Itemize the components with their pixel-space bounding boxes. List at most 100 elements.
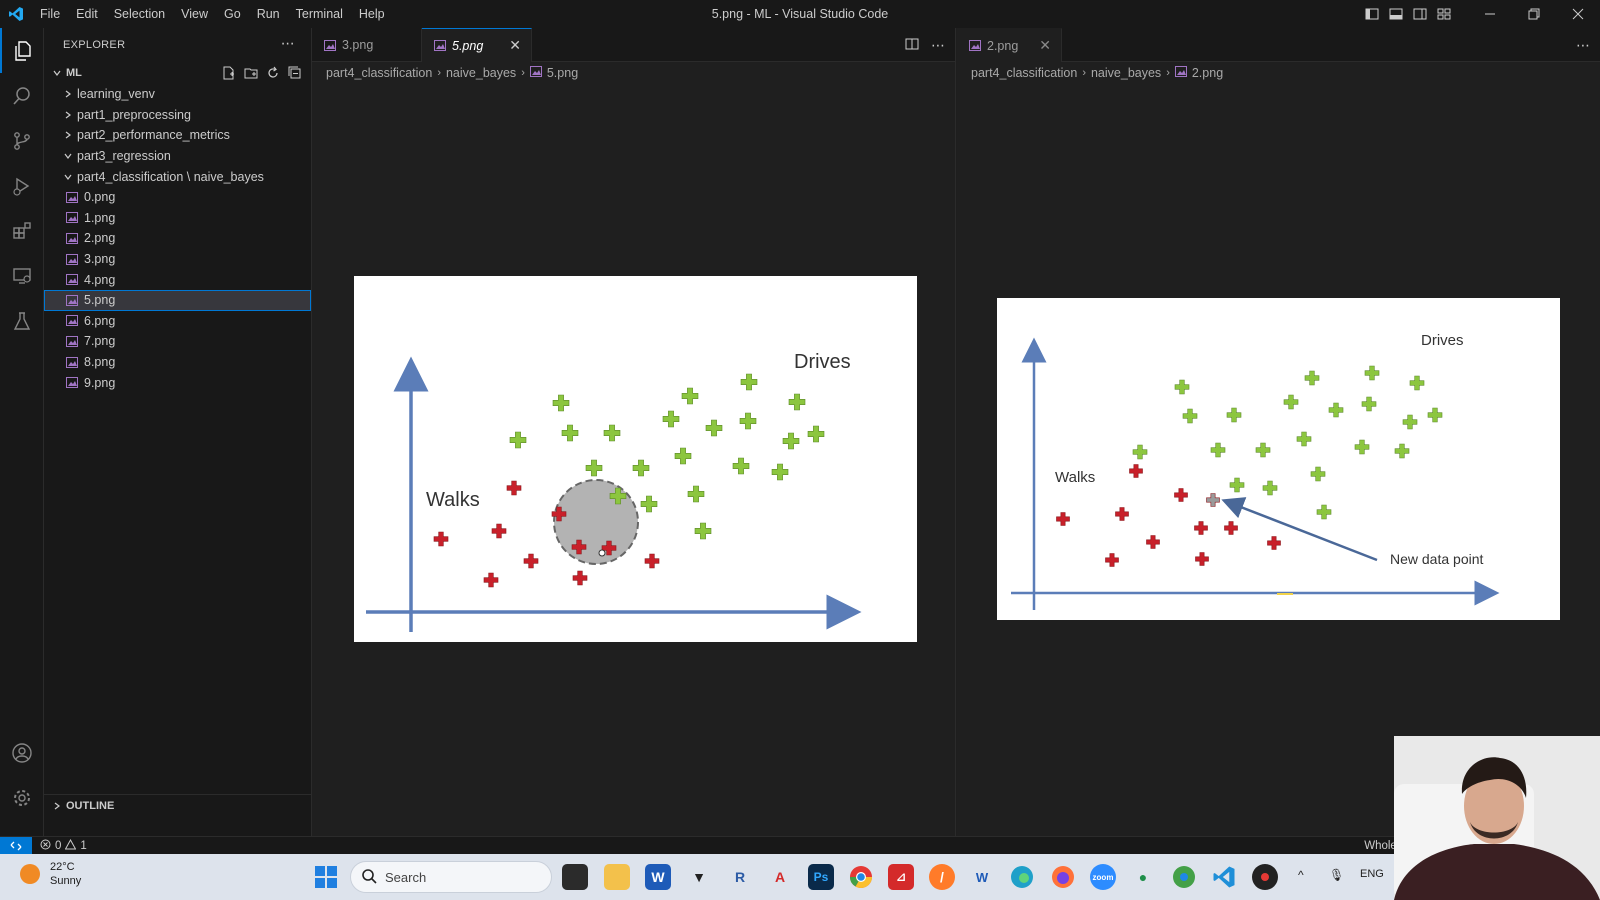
r-language-icon[interactable]: R xyxy=(727,864,753,890)
menu-run[interactable]: Run xyxy=(249,0,288,28)
remote-indicator-icon[interactable] xyxy=(0,836,32,855)
green-plus-point xyxy=(561,424,579,442)
breadcrumb-item[interactable]: 5.png xyxy=(547,66,578,80)
red-plus-point xyxy=(506,480,522,496)
green-plus-point xyxy=(1364,365,1380,381)
close-window-icon[interactable] xyxy=(1556,0,1600,28)
firefox-icon[interactable] xyxy=(1050,864,1076,890)
editor-group-left: 3.png 5.png ✕ ⋯ part4_classification › n… xyxy=(312,28,956,836)
new-file-icon[interactable] xyxy=(221,65,237,84)
more-actions-icon[interactable]: ⋯ xyxy=(1576,37,1590,54)
breadcrumb-item[interactable]: 2.png xyxy=(1192,66,1223,80)
breadcrumb-item[interactable]: part4_classification xyxy=(326,66,432,80)
workspace-root[interactable]: ML xyxy=(44,62,311,84)
testing-icon[interactable] xyxy=(0,298,44,343)
file-row[interactable]: 6.png xyxy=(44,311,311,332)
image-file-icon xyxy=(66,377,78,389)
breadcrumb-item[interactable]: naive_bayes xyxy=(446,66,516,80)
vscode-taskbar-icon[interactable] xyxy=(1211,864,1237,890)
file-row[interactable]: 3.png xyxy=(44,249,311,270)
split-editor-icon[interactable] xyxy=(905,37,919,54)
file-row[interactable]: 0.png xyxy=(44,187,311,208)
source-control-icon[interactable] xyxy=(0,118,44,163)
chrome-icon[interactable] xyxy=(848,864,874,890)
extensions-icon[interactable] xyxy=(0,208,44,253)
folder-label: part2_performance_metrics xyxy=(77,128,230,143)
microphone-icon[interactable]: 🎙 xyxy=(1329,868,1344,882)
file-row[interactable]: 1.png xyxy=(44,208,311,229)
toggle-primary-sidebar-icon[interactable] xyxy=(1360,0,1384,28)
breadcrumb-item[interactable]: naive_bayes xyxy=(1091,66,1161,80)
file-row[interactable]: 7.png xyxy=(44,331,311,352)
menu-terminal[interactable]: Terminal xyxy=(288,0,351,28)
restore-icon[interactable] xyxy=(1512,0,1556,28)
windows-start-icon[interactable] xyxy=(313,864,339,890)
task-view-icon[interactable] xyxy=(562,864,588,890)
close-tab-icon[interactable]: ✕ xyxy=(1039,37,1051,54)
drives-label: Drives xyxy=(1421,332,1464,349)
photoshop-icon[interactable]: Ps xyxy=(808,864,834,890)
green-plus-point xyxy=(1402,414,1418,430)
minimize-icon[interactable] xyxy=(1468,0,1512,28)
sketch-pen-icon[interactable]: / xyxy=(929,864,955,890)
word-online-icon[interactable]: W xyxy=(969,864,995,890)
file-explorer-icon[interactable] xyxy=(604,864,630,890)
file-row[interactable]: 8.png xyxy=(44,352,311,373)
file-row[interactable]: 4.png xyxy=(44,269,311,290)
remote-explorer-icon[interactable] xyxy=(0,253,44,298)
red-plus-point xyxy=(1115,507,1129,521)
settings-gear-icon[interactable] xyxy=(0,775,44,820)
language-indicator[interactable]: ENG xyxy=(1360,868,1384,880)
file-row[interactable]: 5.png xyxy=(44,289,311,311)
more-actions-icon[interactable]: ⋯ xyxy=(931,37,945,54)
green-plus-point xyxy=(1409,375,1425,391)
toggle-panel-icon[interactable] xyxy=(1384,0,1408,28)
run-debug-icon[interactable] xyxy=(0,163,44,208)
more-actions-icon[interactable]: ⋯ xyxy=(281,35,295,52)
folder-row[interactable]: part3_regression xyxy=(44,146,311,167)
file-row[interactable]: 9.png xyxy=(44,372,311,393)
new-folder-icon[interactable] xyxy=(243,65,259,84)
toggle-secondary-sidebar-icon[interactable] xyxy=(1408,0,1432,28)
menu-go[interactable]: Go xyxy=(216,0,249,28)
tab-3-png[interactable]: 3.png xyxy=(312,28,422,62)
folder-row[interactable]: learning_venv xyxy=(44,84,311,105)
vectorworks-icon[interactable]: ▼ xyxy=(686,864,712,890)
tab-5-png[interactable]: 5.png ✕ xyxy=(422,28,532,62)
collapse-all-icon[interactable] xyxy=(287,65,303,84)
folder-row[interactable]: part2_performance_metrics xyxy=(44,125,311,146)
edge-icon[interactable] xyxy=(1009,864,1035,890)
tab-2-png[interactable]: 2.png ✕ xyxy=(957,28,1062,62)
mongodb-compass-icon[interactable]: ● xyxy=(1130,864,1156,890)
zoom-icon[interactable]: zoom xyxy=(1090,864,1116,890)
breadcrumb-item[interactable]: part4_classification xyxy=(971,66,1077,80)
file-row[interactable]: 2.png xyxy=(44,228,311,249)
outline-section[interactable]: OUTLINE xyxy=(44,794,312,816)
customize-layout-icon[interactable] xyxy=(1432,0,1456,28)
acrobat-icon[interactable]: A xyxy=(767,864,793,890)
weather-widget[interactable]: 22°C Sunny xyxy=(20,860,81,888)
accounts-icon[interactable] xyxy=(0,730,44,775)
problems-indicator[interactable]: 0 1 xyxy=(40,838,87,853)
pdf-reader-icon[interactable]: ⊿ xyxy=(888,864,914,890)
folder-row[interactable]: part1_preprocessing xyxy=(44,105,311,126)
menu-selection[interactable]: Selection xyxy=(106,0,173,28)
word-icon[interactable]: W xyxy=(645,864,671,890)
close-tab-icon[interactable]: ✕ xyxy=(509,37,521,54)
search-icon[interactable] xyxy=(0,73,44,118)
green-plus-point xyxy=(807,425,825,443)
menu-edit[interactable]: Edit xyxy=(68,0,106,28)
green-plus-point xyxy=(782,432,800,450)
menu-view[interactable]: View xyxy=(173,0,216,28)
menu-help[interactable]: Help xyxy=(351,0,393,28)
folder-row-open[interactable]: part4_classification \ naive_bayes xyxy=(44,166,311,187)
obs-recorder-icon[interactable] xyxy=(1252,864,1278,890)
chevron-right-icon xyxy=(61,89,75,99)
tray-chevron-up-icon[interactable]: ^ xyxy=(1298,868,1304,882)
refresh-icon[interactable] xyxy=(265,65,281,84)
chrome-profile-icon[interactable] xyxy=(1171,864,1197,890)
green-plus-point xyxy=(687,485,705,503)
menu-file[interactable]: File xyxy=(32,0,68,28)
taskbar-search-box[interactable]: Search xyxy=(350,861,552,893)
explorer-icon[interactable] xyxy=(0,28,44,73)
